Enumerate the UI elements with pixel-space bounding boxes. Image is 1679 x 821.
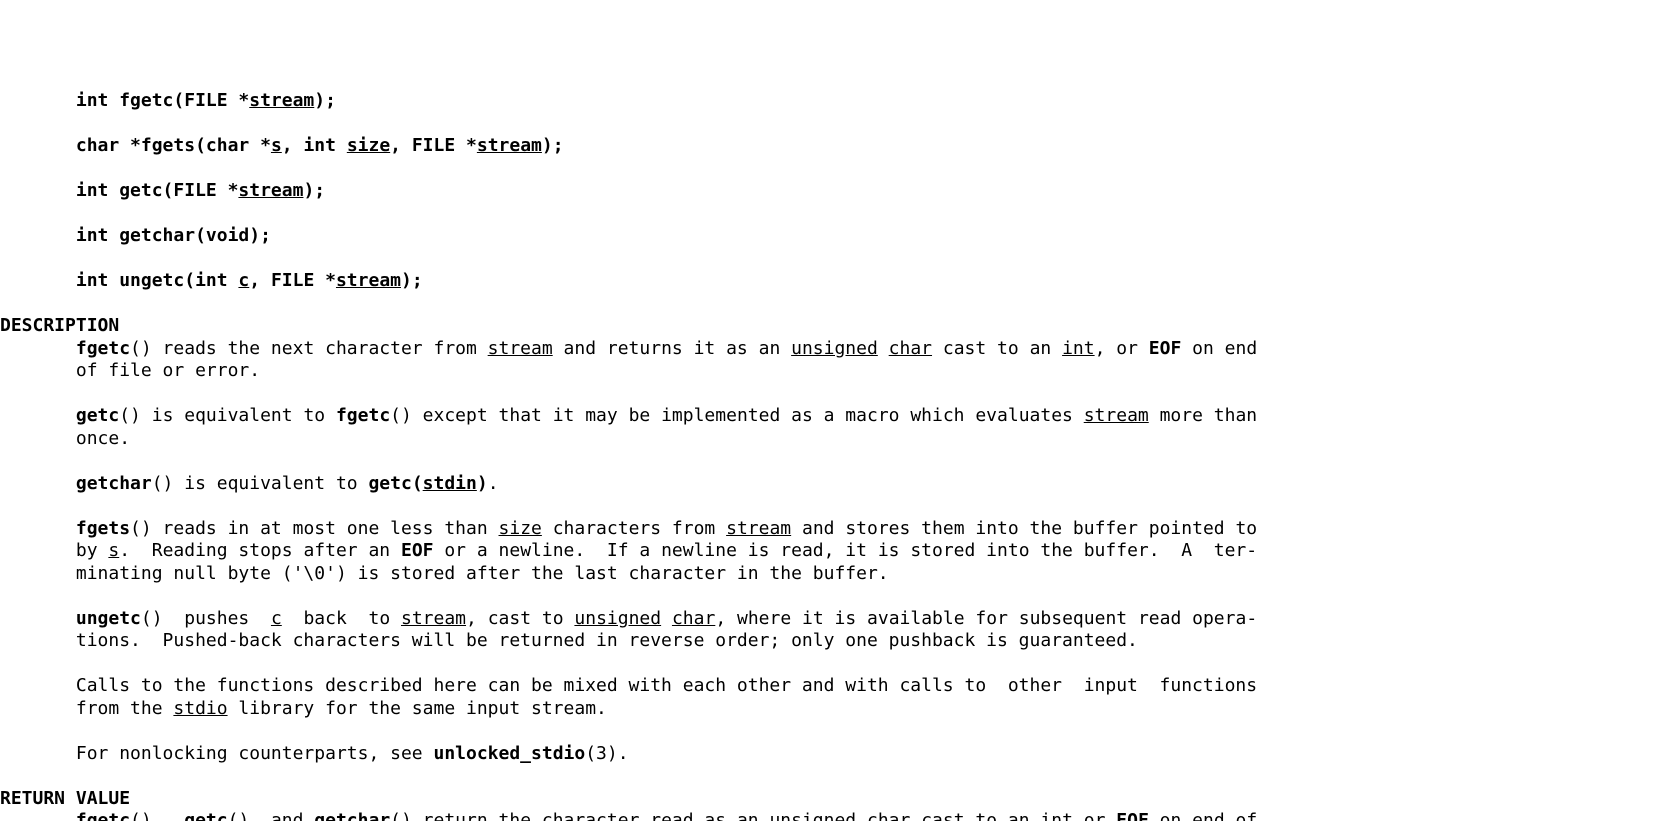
arg-stream: stream (238, 180, 303, 201)
desc-fgetc: fgetc() reads the next character from st… (0, 338, 1257, 382)
arg-c: c (238, 270, 249, 291)
section-description: DESCRIPTION (0, 315, 119, 336)
man-page[interactable]: int fgetc(FILE *stream); char *fgets(cha… (0, 68, 1679, 821)
desc-fgets: fgets() reads in at most one less than s… (0, 518, 1257, 584)
synopsis-fgets: char *fgets(char *s, int size, FILE *str… (0, 135, 564, 156)
arg-stream: stream (336, 270, 401, 291)
arg-s: s (271, 135, 282, 156)
ret-fgetc: fgetc(), getc() and getchar() return the… (0, 810, 1257, 821)
arg-stream: stream (249, 90, 314, 111)
synopsis-ungetc: int ungetc(int c, FILE *stream); (0, 270, 423, 291)
desc-getc: getc() is equivalent to fgetc() except t… (0, 405, 1257, 449)
synopsis-getc: int getc(FILE *stream); (0, 180, 325, 201)
desc-ungetc: ungetc() pushes c back to stream, cast t… (0, 608, 1257, 652)
synopsis-fgetc: int fgetc(FILE *stream); (0, 90, 336, 111)
synopsis-getchar: int getchar(void); (0, 225, 271, 246)
desc-getchar: getchar() is equivalent to getc(stdin). (0, 473, 499, 494)
section-return-value: RETURN VALUE (0, 788, 130, 809)
desc-nonlocking: For nonlocking counterparts, see unlocke… (0, 743, 629, 764)
desc-mixed-calls: Calls to the functions described here ca… (0, 675, 1257, 719)
arg-stream: stream (477, 135, 542, 156)
arg-size: size (347, 135, 390, 156)
